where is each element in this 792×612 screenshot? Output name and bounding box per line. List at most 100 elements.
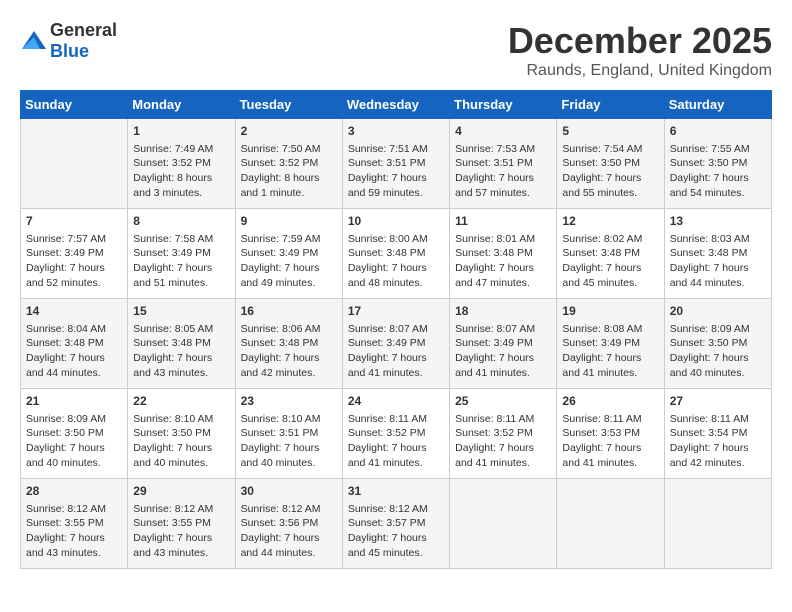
cell-info: Sunrise: 7:51 AM Sunset: 3:51 PM Dayligh…: [348, 142, 444, 201]
calendar-week-5: 28 Sunrise: 8:12 AM Sunset: 3:55 PM Dayli…: [21, 479, 772, 569]
day-number: 16: [241, 303, 337, 320]
calendar-cell: 5Sunrise: 7:54 AM Sunset: 3:50 PM Daylig…: [557, 119, 664, 209]
calendar-cell: 27 Sunrise: 8:11 AM Sunset: 3:54 PM Dayli…: [664, 389, 771, 479]
day-number: 14: [26, 303, 122, 320]
calendar-week-2: 7 Sunrise: 7:57 AM Sunset: 3:49 PM Daylig…: [21, 209, 772, 299]
day-number: 26: [562, 393, 658, 410]
cell-info: Sunrise: 7:49 AM Sunset: 3:52 PM Dayligh…: [133, 142, 229, 201]
cell-info: Sunrise: 8:07 AM Sunset: 3:49 PM Dayligh…: [348, 322, 444, 381]
calendar-cell: 24 Sunrise: 8:11 AM Sunset: 3:52 PM Dayli…: [342, 389, 449, 479]
cell-info: Sunrise: 8:10 AM Sunset: 3:51 PM Dayligh…: [241, 412, 337, 471]
cell-info: Sunrise: 8:02 AM Sunset: 3:48 PM Dayligh…: [562, 232, 658, 291]
cell-info: Sunrise: 8:09 AM Sunset: 3:50 PM Dayligh…: [26, 412, 122, 471]
calendar-cell: 16 Sunrise: 8:06 AM Sunset: 3:48 PM Dayli…: [235, 299, 342, 389]
day-number: 3: [348, 123, 444, 140]
day-number: 29: [133, 483, 229, 500]
calendar-cell: 6 Sunrise: 7:55 AM Sunset: 3:50 PM Daylig…: [664, 119, 771, 209]
calendar-cell: 17 Sunrise: 8:07 AM Sunset: 3:49 PM Dayli…: [342, 299, 449, 389]
cell-info: Sunrise: 7:53 AM Sunset: 3:51 PM Dayligh…: [455, 142, 551, 201]
calendar-cell: 4 Sunrise: 7:53 AM Sunset: 3:51 PM Daylig…: [450, 119, 557, 209]
calendar-cell: 11 Sunrise: 8:01 AM Sunset: 3:48 PM Dayli…: [450, 209, 557, 299]
day-number: 17: [348, 303, 444, 320]
day-number: 25: [455, 393, 551, 410]
cell-info: Sunrise: 8:00 AM Sunset: 3:48 PM Dayligh…: [348, 232, 444, 291]
day-number: 10: [348, 213, 444, 230]
day-number: 22: [133, 393, 229, 410]
cell-info: Sunrise: 7:50 AM Sunset: 3:52 PM Dayligh…: [241, 142, 337, 201]
day-number: 4: [455, 123, 551, 140]
month-title: December 2025: [508, 20, 772, 62]
calendar-cell: 26 Sunrise: 8:11 AM Sunset: 3:53 PM Dayli…: [557, 389, 664, 479]
calendar-cell: [664, 479, 771, 569]
calendar-cell: 9 Sunrise: 7:59 AM Sunset: 3:49 PM Daylig…: [235, 209, 342, 299]
calendar-cell: 1 Sunrise: 7:49 AM Sunset: 3:52 PM Daylig…: [128, 119, 235, 209]
calendar-cell: 21 Sunrise: 8:09 AM Sunset: 3:50 PM Dayli…: [21, 389, 128, 479]
column-header-saturday: Saturday: [664, 91, 771, 119]
cell-info: Sunrise: 8:03 AM Sunset: 3:48 PM Dayligh…: [670, 232, 766, 291]
day-number: 23: [241, 393, 337, 410]
day-number: 21: [26, 393, 122, 410]
cell-info: Sunrise: 8:04 AM Sunset: 3:48 PM Dayligh…: [26, 322, 122, 381]
logo: General Blue: [20, 20, 117, 62]
cell-info: Sunrise: 8:12 AM Sunset: 3:55 PM Dayligh…: [133, 502, 229, 561]
day-number: 11: [455, 213, 551, 230]
day-number: 6: [670, 123, 766, 140]
location-title: Raunds, England, United Kingdom: [508, 62, 772, 80]
cell-info: Sunrise: 7:54 AM Sunset: 3:50 PM Dayligh…: [562, 142, 658, 201]
calendar-cell: 8 Sunrise: 7:58 AM Sunset: 3:49 PM Daylig…: [128, 209, 235, 299]
cell-info: Sunrise: 8:07 AM Sunset: 3:49 PM Dayligh…: [455, 322, 551, 381]
calendar-week-4: 21 Sunrise: 8:09 AM Sunset: 3:50 PM Dayli…: [21, 389, 772, 479]
calendar-week-3: 14 Sunrise: 8:04 AM Sunset: 3:48 PM Dayli…: [21, 299, 772, 389]
cell-info: Sunrise: 7:55 AM Sunset: 3:50 PM Dayligh…: [670, 142, 766, 201]
day-number: 15: [133, 303, 229, 320]
column-header-wednesday: Wednesday: [342, 91, 449, 119]
calendar-cell: 12 Sunrise: 8:02 AM Sunset: 3:48 PM Dayli…: [557, 209, 664, 299]
cell-info: Sunrise: 7:58 AM Sunset: 3:49 PM Dayligh…: [133, 232, 229, 291]
day-number: 9: [241, 213, 337, 230]
calendar-cell: 31Sunrise: 8:12 AM Sunset: 3:57 PM Dayli…: [342, 479, 449, 569]
day-number: 13: [670, 213, 766, 230]
day-number: 28: [26, 483, 122, 500]
calendar-cell: 20Sunrise: 8:09 AM Sunset: 3:50 PM Dayli…: [664, 299, 771, 389]
cell-info: Sunrise: 8:01 AM Sunset: 3:48 PM Dayligh…: [455, 232, 551, 291]
calendar-cell: 10 Sunrise: 8:00 AM Sunset: 3:48 PM Dayli…: [342, 209, 449, 299]
calendar-cell: 7 Sunrise: 7:57 AM Sunset: 3:49 PM Daylig…: [21, 209, 128, 299]
calendar-cell: 22Sunrise: 8:10 AM Sunset: 3:50 PM Dayli…: [128, 389, 235, 479]
logo-blue-text: Blue: [50, 41, 89, 61]
day-number: 8: [133, 213, 229, 230]
day-number: 20: [670, 303, 766, 320]
day-number: 24: [348, 393, 444, 410]
cell-info: Sunrise: 8:11 AM Sunset: 3:53 PM Dayligh…: [562, 412, 658, 471]
calendar-cell: 28 Sunrise: 8:12 AM Sunset: 3:55 PM Dayli…: [21, 479, 128, 569]
cell-info: Sunrise: 8:11 AM Sunset: 3:52 PM Dayligh…: [455, 412, 551, 471]
cell-info: Sunrise: 8:12 AM Sunset: 3:55 PM Dayligh…: [26, 502, 122, 561]
calendar-cell: 3 Sunrise: 7:51 AM Sunset: 3:51 PM Daylig…: [342, 119, 449, 209]
column-header-monday: Monday: [128, 91, 235, 119]
calendar-cell: 15 Sunrise: 8:05 AM Sunset: 3:48 PM Dayli…: [128, 299, 235, 389]
title-block: December 2025 Raunds, England, United Ki…: [508, 20, 772, 80]
column-header-tuesday: Tuesday: [235, 91, 342, 119]
cell-info: Sunrise: 8:12 AM Sunset: 3:57 PM Dayligh…: [348, 502, 444, 561]
logo-general-text: General: [50, 20, 117, 40]
day-number: 27: [670, 393, 766, 410]
cell-info: Sunrise: 8:06 AM Sunset: 3:48 PM Dayligh…: [241, 322, 337, 381]
cell-info: Sunrise: 7:59 AM Sunset: 3:49 PM Dayligh…: [241, 232, 337, 291]
day-number: 18: [455, 303, 551, 320]
calendar-cell: 23 Sunrise: 8:10 AM Sunset: 3:51 PM Dayli…: [235, 389, 342, 479]
cell-info: Sunrise: 8:12 AM Sunset: 3:56 PM Dayligh…: [241, 502, 337, 561]
day-number: 30: [241, 483, 337, 500]
day-number: 1: [133, 123, 229, 140]
calendar-cell: 29 Sunrise: 8:12 AM Sunset: 3:55 PM Dayli…: [128, 479, 235, 569]
calendar-cell: 19Sunrise: 8:08 AM Sunset: 3:49 PM Dayli…: [557, 299, 664, 389]
column-header-thursday: Thursday: [450, 91, 557, 119]
day-number: 7: [26, 213, 122, 230]
cell-info: Sunrise: 7:57 AM Sunset: 3:49 PM Dayligh…: [26, 232, 122, 291]
day-number: 2: [241, 123, 337, 140]
cell-info: Sunrise: 8:11 AM Sunset: 3:52 PM Dayligh…: [348, 412, 444, 471]
cell-info: Sunrise: 8:05 AM Sunset: 3:48 PM Dayligh…: [133, 322, 229, 381]
cell-info: Sunrise: 8:11 AM Sunset: 3:54 PM Dayligh…: [670, 412, 766, 471]
calendar-header-row: SundayMondayTuesdayWednesdayThursdayFrid…: [21, 91, 772, 119]
calendar-cell: 13 Sunrise: 8:03 AM Sunset: 3:48 PM Dayli…: [664, 209, 771, 299]
calendar-cell: 25 Sunrise: 8:11 AM Sunset: 3:52 PM Dayli…: [450, 389, 557, 479]
day-number: 12: [562, 213, 658, 230]
